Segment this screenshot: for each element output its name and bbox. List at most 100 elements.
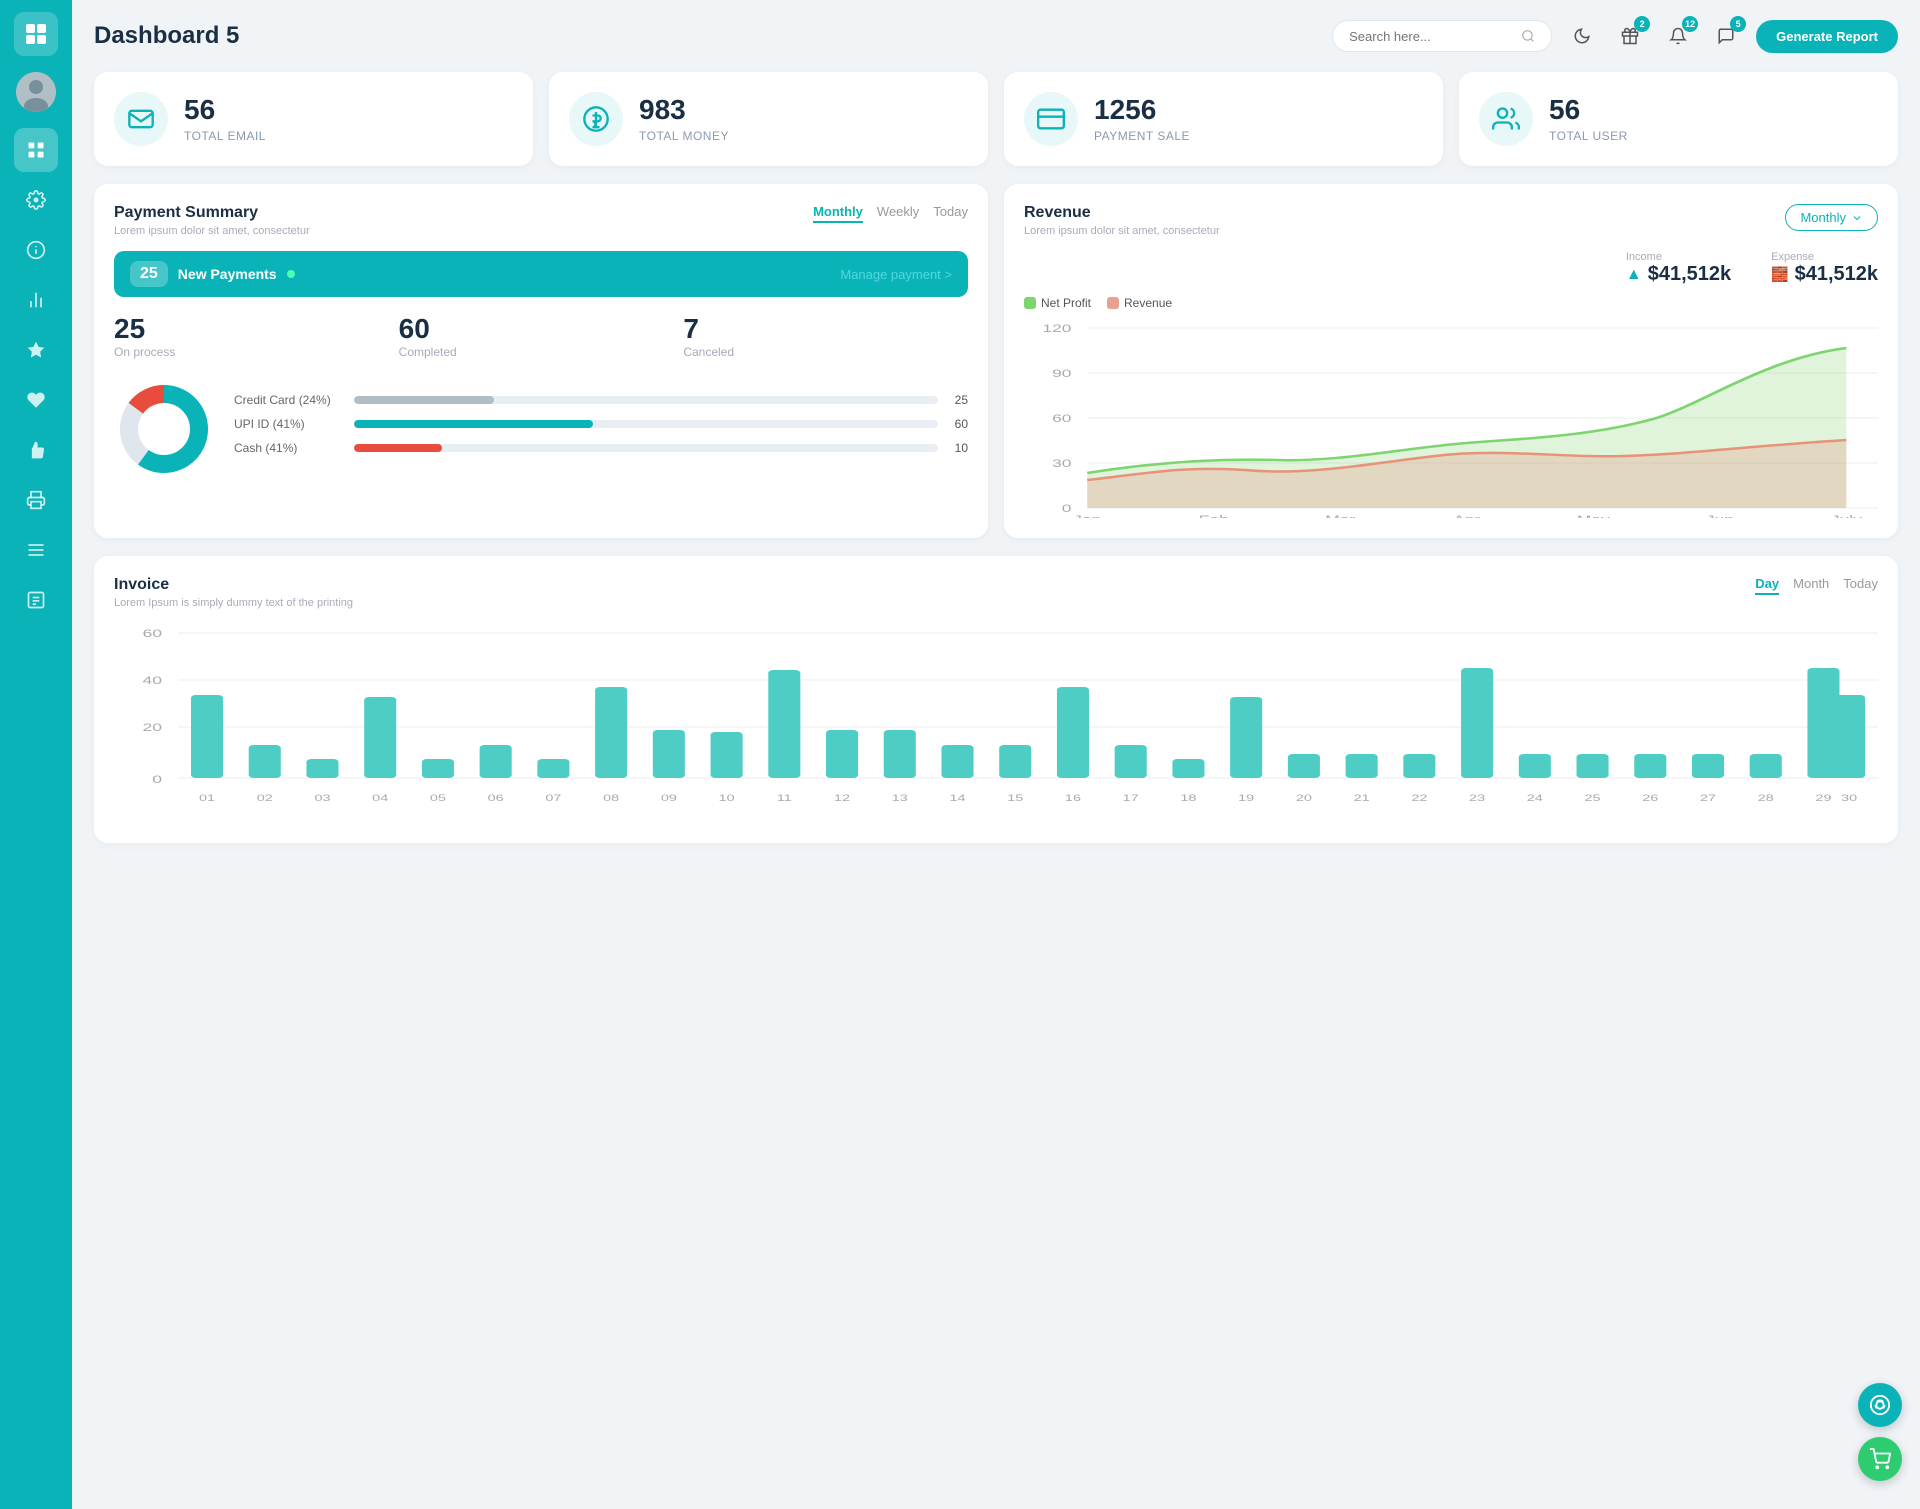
new-payments-left: 25 New Payments bbox=[130, 261, 295, 287]
net-profit-dot bbox=[1024, 297, 1036, 309]
svg-text:Feb: Feb bbox=[1199, 514, 1229, 518]
svg-text:90: 90 bbox=[1052, 368, 1071, 380]
new-payments-label: New Payments bbox=[178, 266, 277, 282]
progress-credit-card: Credit Card (24%) 25 bbox=[234, 393, 968, 407]
progress-bar-upi bbox=[354, 420, 938, 428]
income-value: ▲ $41,512k bbox=[1626, 263, 1731, 286]
stat-label-email: TOTAL EMAIL bbox=[184, 129, 266, 143]
svg-text:04: 04 bbox=[372, 793, 388, 803]
user-icon bbox=[1479, 92, 1533, 146]
svg-text:26: 26 bbox=[1642, 793, 1658, 803]
progress-label-cash: Cash (41%) bbox=[234, 441, 344, 455]
progress-fill-cash bbox=[354, 444, 442, 452]
svg-text:120: 120 bbox=[1042, 323, 1071, 335]
metric-completed: 60 Completed bbox=[399, 313, 684, 359]
progress-fill-cc bbox=[354, 396, 494, 404]
fab-container bbox=[1858, 1383, 1902, 1481]
search-box[interactable] bbox=[1332, 20, 1552, 52]
tab-weekly[interactable]: Weekly bbox=[877, 204, 919, 223]
progress-val-upi: 60 bbox=[948, 417, 968, 431]
bell-button[interactable]: 12 bbox=[1660, 18, 1696, 54]
chat-button[interactable]: 5 bbox=[1708, 18, 1744, 54]
sidebar-logo[interactable] bbox=[14, 12, 58, 56]
manage-payment-link[interactable]: Manage payment > bbox=[840, 267, 952, 282]
svg-text:16: 16 bbox=[1065, 793, 1081, 803]
stat-number-payment: 1256 bbox=[1094, 95, 1190, 126]
sidebar bbox=[0, 0, 72, 1509]
expense-value: 🧱 $41,512k bbox=[1771, 263, 1878, 286]
invoice-tabs: Day Month Today bbox=[1755, 576, 1878, 595]
stat-label-payment: PAYMENT SALE bbox=[1094, 129, 1190, 143]
chevron-down-icon bbox=[1851, 212, 1863, 224]
svg-text:17: 17 bbox=[1123, 793, 1139, 803]
progress-bar-cc bbox=[354, 396, 938, 404]
sidebar-item-list[interactable] bbox=[14, 578, 58, 622]
cart-fab[interactable] bbox=[1858, 1437, 1902, 1481]
revenue-dot bbox=[1107, 297, 1119, 309]
svg-text:0: 0 bbox=[152, 774, 162, 786]
sidebar-item-dashboard[interactable] bbox=[14, 128, 58, 172]
monthly-label: Monthly bbox=[1800, 210, 1846, 225]
header: Dashboard 5 bbox=[94, 18, 1898, 54]
svg-text:60: 60 bbox=[142, 628, 162, 640]
metric-label-canceled: Canceled bbox=[683, 345, 968, 359]
stat-info-payment: 1256 PAYMENT SALE bbox=[1094, 95, 1190, 143]
stat-number-email: 56 bbox=[184, 95, 266, 126]
progress-val-cash: 10 bbox=[948, 441, 968, 455]
gift-button[interactable]: 2 bbox=[1612, 18, 1648, 54]
support-fab[interactable] bbox=[1858, 1383, 1902, 1427]
metric-label-completed: Completed bbox=[399, 345, 684, 359]
svg-text:20: 20 bbox=[142, 722, 162, 734]
sidebar-item-like[interactable] bbox=[14, 428, 58, 472]
sidebar-item-star[interactable] bbox=[14, 328, 58, 372]
svg-text:May: May bbox=[1577, 514, 1611, 518]
sidebar-item-settings[interactable] bbox=[14, 178, 58, 222]
search-input[interactable] bbox=[1349, 29, 1513, 44]
payment-bottom: Credit Card (24%) 25 UPI ID (41%) 60 bbox=[114, 379, 968, 479]
payment-summary-title-wrap: Payment Summary Lorem ipsum dolor sit am… bbox=[114, 204, 310, 237]
svg-text:27: 27 bbox=[1700, 793, 1716, 803]
progress-cash: Cash (41%) 10 bbox=[234, 441, 968, 455]
tab-monthly[interactable]: Monthly bbox=[813, 204, 863, 223]
tab-today[interactable]: Today bbox=[1843, 576, 1878, 595]
sidebar-item-info[interactable] bbox=[14, 228, 58, 272]
income-up-icon: ▲ bbox=[1626, 266, 1642, 284]
svg-text:29: 29 bbox=[1815, 793, 1831, 803]
metric-num-completed: 60 bbox=[399, 313, 684, 345]
sidebar-item-heart[interactable] bbox=[14, 378, 58, 422]
avatar[interactable] bbox=[16, 72, 56, 112]
expense-down-icon: 🧱 bbox=[1771, 266, 1788, 283]
payment-summary-title: Payment Summary bbox=[114, 204, 310, 222]
stat-label-money: TOTAL MONEY bbox=[639, 129, 729, 143]
progress-fill-upi bbox=[354, 420, 593, 428]
payment-summary-subtitle: Lorem ipsum dolor sit amet, consectetur bbox=[114, 225, 310, 237]
tab-day[interactable]: Day bbox=[1755, 576, 1779, 595]
svg-text:05: 05 bbox=[430, 793, 446, 803]
sidebar-item-print[interactable] bbox=[14, 478, 58, 522]
payment-icon bbox=[1024, 92, 1078, 146]
stat-number-money: 983 bbox=[639, 95, 729, 126]
svg-text:11: 11 bbox=[777, 793, 792, 803]
tab-month[interactable]: Month bbox=[1793, 576, 1829, 595]
revenue-monthly-dropdown[interactable]: Monthly bbox=[1785, 204, 1878, 231]
generate-report-button[interactable]: Generate Report bbox=[1756, 20, 1898, 53]
svg-text:09: 09 bbox=[661, 793, 677, 803]
invoice-header: Invoice Lorem Ipsum is simply dummy text… bbox=[114, 576, 1878, 609]
svg-text:02: 02 bbox=[257, 793, 273, 803]
svg-text:Apr: Apr bbox=[1453, 514, 1480, 518]
sidebar-item-menu[interactable] bbox=[14, 528, 58, 572]
sidebar-item-chart[interactable] bbox=[14, 278, 58, 322]
gift-badge: 2 bbox=[1634, 16, 1650, 32]
progress-val-cc: 25 bbox=[948, 393, 968, 407]
invoice-panel: Invoice Lorem Ipsum is simply dummy text… bbox=[94, 556, 1898, 843]
svg-text:19: 19 bbox=[1238, 793, 1254, 803]
dark-mode-button[interactable] bbox=[1564, 18, 1600, 54]
page-title: Dashboard 5 bbox=[94, 22, 239, 50]
tab-today[interactable]: Today bbox=[933, 204, 968, 223]
payment-summary-header: Payment Summary Lorem ipsum dolor sit am… bbox=[114, 204, 968, 237]
svg-text:24: 24 bbox=[1527, 793, 1543, 803]
revenue-legend: Net Profit Revenue bbox=[1024, 296, 1878, 310]
expense-label: Expense bbox=[1771, 251, 1878, 263]
revenue-expense: Expense 🧱 $41,512k bbox=[1771, 251, 1878, 286]
metric-on-process: 25 On process bbox=[114, 313, 399, 359]
